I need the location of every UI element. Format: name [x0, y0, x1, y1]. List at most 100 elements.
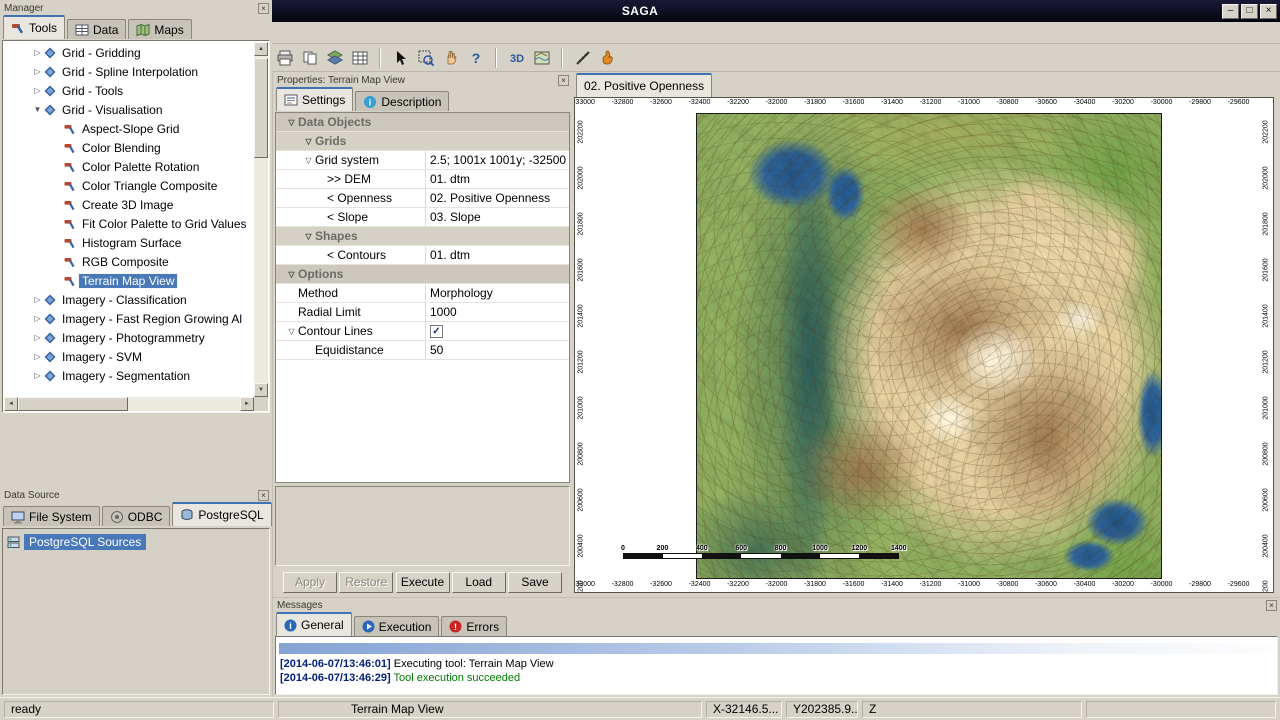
- tree-item-color-blending[interactable]: Color Blending: [3, 138, 254, 157]
- table-button[interactable]: [347, 46, 372, 70]
- tree-horizontal-scrollbar[interactable]: ◄ ►: [4, 397, 254, 411]
- messages-tab-errors[interactable]: !Errors: [441, 616, 507, 636]
- messages-tab-general[interactable]: iGeneral: [276, 612, 352, 636]
- property-section-shapes[interactable]: ▽Shapes: [276, 227, 569, 246]
- tree-item-fit-color-palette-to-grid-values[interactable]: Fit Color Palette to Grid Values: [3, 214, 254, 233]
- map-canvas[interactable]: -33000-32800-32600-32400-32200-32000-318…: [574, 97, 1274, 593]
- tree-item-histogram-surface[interactable]: Histogram Surface: [3, 233, 254, 252]
- log-message: Executing tool: Terrain Map View: [391, 658, 554, 670]
- minimize-button[interactable]: –: [1222, 4, 1239, 19]
- pan-hand-button[interactable]: [438, 46, 463, 70]
- expand-arrow-icon[interactable]: ▷: [31, 86, 44, 95]
- messages-tab-execution[interactable]: Execution: [354, 616, 440, 636]
- maximize-button[interactable]: □: [1241, 4, 1258, 19]
- view-3d-button[interactable]: 3D: [504, 46, 529, 70]
- copy-button[interactable]: [297, 46, 322, 70]
- collapse-arrow-icon[interactable]: ▽: [285, 270, 298, 279]
- properties-tab-description[interactable]: iDescription: [355, 91, 449, 111]
- scroll-left-icon[interactable]: ◄: [4, 397, 18, 411]
- property-section-data-objects[interactable]: ▽Data Objects: [276, 113, 569, 132]
- layers-button[interactable]: [322, 46, 347, 70]
- datasource-tab-odbc[interactable]: ODBC: [102, 506, 171, 526]
- expand-arrow-icon[interactable]: ▷: [31, 371, 44, 380]
- horizontal-scrollbar-thumb[interactable]: [18, 397, 128, 411]
- properties-tab-settings[interactable]: Settings: [276, 87, 353, 111]
- contour-lines-checkbox[interactable]: ✓: [430, 325, 443, 338]
- print-button[interactable]: [272, 46, 297, 70]
- tree-item-imagery-svm[interactable]: ▷Imagery - SVM: [3, 347, 254, 366]
- collapse-arrow-icon[interactable]: ▽: [302, 156, 315, 165]
- scroll-down-icon[interactable]: ▼: [254, 383, 268, 397]
- property-value[interactable]: 1000: [426, 303, 569, 321]
- scroll-right-icon[interactable]: ►: [240, 397, 254, 411]
- property-value[interactable]: 50: [426, 341, 569, 359]
- tree-item-create-3d-image[interactable]: Create 3D Image: [3, 195, 254, 214]
- collapse-arrow-icon[interactable]: ▽: [302, 232, 315, 241]
- property-value[interactable]: Morphology: [426, 284, 569, 302]
- tree-item-imagery-fast-region-growing-al[interactable]: ▷Imagery - Fast Region Growing Al: [3, 309, 254, 328]
- property-value[interactable]: 02. Positive Openness: [426, 189, 569, 207]
- property-label: Data Objects: [298, 115, 371, 129]
- tree-item-grid-gridding[interactable]: ▷Grid - Gridding: [3, 43, 254, 62]
- tab-label: ODBC: [128, 510, 163, 524]
- pointer-button[interactable]: [388, 46, 413, 70]
- close-properties-icon[interactable]: ×: [558, 75, 569, 86]
- collapse-arrow-icon[interactable]: ▼: [31, 105, 44, 114]
- manager-tab-tools[interactable]: Tools: [3, 15, 65, 39]
- close-messages-icon[interactable]: ×: [1266, 600, 1277, 611]
- status-z-field: Z: [862, 701, 1082, 718]
- collapse-arrow-icon[interactable]: ▽: [302, 137, 315, 146]
- expand-arrow-icon[interactable]: ▷: [31, 352, 44, 361]
- collapse-arrow-icon[interactable]: ▽: [285, 118, 298, 127]
- property-value[interactable]: 03. Slope: [426, 208, 569, 226]
- tree-item-color-palette-rotation[interactable]: Color Palette Rotation: [3, 157, 254, 176]
- load-button[interactable]: Load: [452, 572, 506, 593]
- datasource-item-postgresql-sources[interactable]: PostgreSQL Sources: [7, 534, 265, 550]
- save-button[interactable]: Save: [508, 572, 562, 593]
- tree-item-rgb-composite[interactable]: RGB Composite: [3, 252, 254, 271]
- manager-tab-maps[interactable]: Maps: [128, 19, 191, 39]
- property-section-grids[interactable]: ▽Grids: [276, 132, 569, 151]
- tree-item-imagery-photogrammetry[interactable]: ▷Imagery - Photogrammetry: [3, 328, 254, 347]
- tree-item-imagery-classification[interactable]: ▷Imagery - Classification: [3, 290, 254, 309]
- expand-arrow-icon[interactable]: ▷: [31, 48, 44, 57]
- close-button[interactable]: ×: [1260, 4, 1277, 19]
- property-value[interactable]: 2.5; 1001x 1001y; -32500: [426, 151, 569, 169]
- tree-item-label: Fit Color Palette to Grid Values: [79, 217, 250, 231]
- map-tab-positive-openness[interactable]: 02. Positive Openness: [576, 73, 712, 97]
- terrain-map-image[interactable]: [696, 113, 1162, 579]
- close-manager-icon[interactable]: ×: [258, 3, 269, 14]
- measure-button[interactable]: [570, 46, 595, 70]
- tree-item-color-triangle-composite[interactable]: Color Triangle Composite: [3, 176, 254, 195]
- help-button[interactable]: ?: [463, 46, 488, 70]
- properties-panel-header: Properties: Terrain Map View ×: [273, 72, 572, 87]
- manager-tab-data[interactable]: Data: [67, 19, 126, 39]
- zoom-select-button[interactable]: [413, 46, 438, 70]
- y-axis-tick-label: 201800: [578, 212, 585, 235]
- brush-button[interactable]: [595, 46, 620, 70]
- expand-arrow-icon[interactable]: ▷: [31, 314, 44, 323]
- expand-arrow-icon[interactable]: ▷: [31, 333, 44, 342]
- expand-arrow-icon[interactable]: ▷: [31, 67, 44, 76]
- print-map-button[interactable]: [529, 46, 554, 70]
- scroll-up-icon[interactable]: ▲: [254, 42, 268, 56]
- tree-item-aspect-slope-grid[interactable]: Aspect-Slope Grid: [3, 119, 254, 138]
- collapse-arrow-icon[interactable]: ▽: [285, 327, 298, 336]
- property-value[interactable]: 01. dtm: [426, 170, 569, 188]
- expand-arrow-icon[interactable]: ▷: [31, 295, 44, 304]
- x-axis-tick-label: -31800: [804, 99, 826, 106]
- close-data-source-icon[interactable]: ×: [258, 490, 269, 501]
- tree-item-grid-visualisation[interactable]: ▼Grid - Visualisation: [3, 100, 254, 119]
- tree-item-grid-tools[interactable]: ▷Grid - Tools: [3, 81, 254, 100]
- execute-button[interactable]: Execute: [396, 572, 450, 593]
- tree-item-imagery-segmentation[interactable]: ▷Imagery - Segmentation: [3, 366, 254, 385]
- tree-item-grid-spline-interpolation[interactable]: ▷Grid - Spline Interpolation: [3, 62, 254, 81]
- messages-tabs: iGeneralExecution!Errors: [273, 612, 1280, 636]
- tree-item-terrain-map-view[interactable]: Terrain Map View: [3, 271, 254, 290]
- vertical-scrollbar-thumb[interactable]: [254, 58, 268, 158]
- property-value[interactable]: 01. dtm: [426, 246, 569, 264]
- datasource-tab-file-system[interactable]: File System: [3, 506, 100, 526]
- property-section-options[interactable]: ▽Options: [276, 265, 569, 284]
- tree-vertical-scrollbar[interactable]: ▲ ▼: [254, 42, 268, 397]
- datasource-tab-postgresql[interactable]: PostgreSQL: [172, 502, 271, 526]
